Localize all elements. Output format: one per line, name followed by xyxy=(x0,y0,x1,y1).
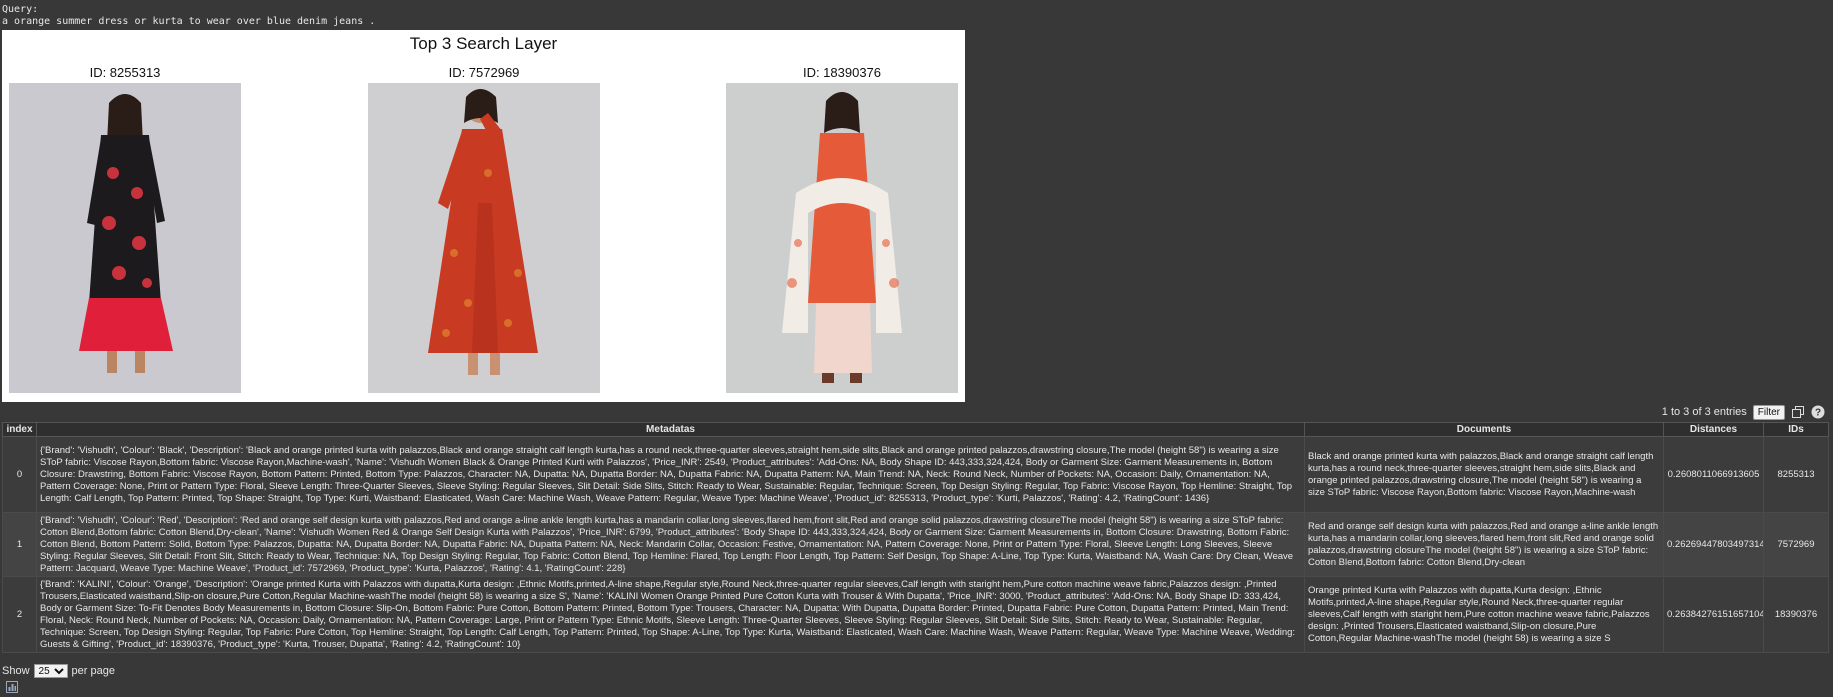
result-image-1: ID: 8255313 xyxy=(9,64,241,393)
column-header-index[interactable]: index xyxy=(2,422,37,437)
filter-button[interactable]: Filter xyxy=(1752,404,1785,420)
search-results-figure: Top 3 Search Layer ID: 8255313 ID: 75729… xyxy=(2,30,965,402)
column-header-ids[interactable]: IDs xyxy=(1763,422,1829,437)
product-photo xyxy=(726,83,958,393)
product-photo xyxy=(368,83,600,393)
figure-title: Top 3 Search Layer xyxy=(409,34,558,53)
per-page-label: per page xyxy=(71,665,115,677)
table-row: 0 {'Brand': 'Vishudh', 'Colour': 'Black'… xyxy=(2,436,1829,513)
svg-text:?: ? xyxy=(1815,408,1821,419)
cell-distance: 0.26384276151657104 xyxy=(1663,576,1764,653)
bar-chart-icon[interactable] xyxy=(6,681,18,696)
cell-metadata: {'Brand': 'Vishudh', 'Colour': 'Black', … xyxy=(36,436,1305,513)
cell-index: 0 xyxy=(2,436,37,513)
cell-document: Red and orange self design kurta with pa… xyxy=(1304,512,1664,577)
result-image-3: ID: 18390376 xyxy=(726,64,958,393)
table-footer: Show 25 per page xyxy=(2,664,115,678)
results-table: index Metadatas Documents Distances IDs … xyxy=(2,422,1829,653)
copy-icon[interactable] xyxy=(1791,405,1805,419)
result-image-2: ID: 7572969 xyxy=(368,64,600,393)
table-toolbar: 1 to 3 of 3 entries Filter ? xyxy=(1662,404,1825,420)
query-output: Query: a orange summer dress or kurta to… xyxy=(2,4,375,28)
cell-distance: 0.26269447803497314 xyxy=(1663,512,1764,577)
table-header-row: index Metadatas Documents Distances IDs xyxy=(2,422,1829,437)
query-label: Query: xyxy=(2,4,39,15)
entries-info: 1 to 3 of 3 entries xyxy=(1661,406,1747,418)
table-row: 2 {'Brand': 'KALINI', 'Colour': 'Orange'… xyxy=(2,576,1829,653)
result-image-caption: ID: 18390376 xyxy=(802,65,882,80)
cell-id: 7572969 xyxy=(1763,512,1829,577)
cell-metadata: {'Brand': 'Vishudh', 'Colour': 'Red', 'D… xyxy=(36,512,1305,577)
query-text: a orange summer dress or kurta to wear o… xyxy=(2,16,376,27)
cell-document: Orange printed Kurta with Palazzos with … xyxy=(1304,576,1664,653)
result-image-caption: ID: 7572969 xyxy=(448,65,520,80)
cell-index: 1 xyxy=(2,512,37,577)
help-icon[interactable]: ? xyxy=(1811,405,1825,419)
cell-metadata: {'Brand': 'KALINI', 'Colour': 'Orange', … xyxy=(36,576,1305,653)
cell-id: 8255313 xyxy=(1763,436,1829,513)
show-label: Show xyxy=(2,665,30,677)
product-photo xyxy=(9,83,241,393)
column-header-metadatas[interactable]: Metadatas xyxy=(36,422,1305,437)
per-page-select[interactable]: 25 xyxy=(33,664,68,678)
column-header-distances[interactable]: Distances xyxy=(1663,422,1764,437)
cell-id: 18390376 xyxy=(1763,576,1829,653)
table-row: 1 {'Brand': 'Vishudh', 'Colour': 'Red', … xyxy=(2,512,1829,577)
cell-index: 2 xyxy=(2,576,37,653)
column-header-documents[interactable]: Documents xyxy=(1304,422,1664,437)
cell-distance: 0.2608011066913605 xyxy=(1663,436,1764,513)
cell-document: Black and orange printed kurta with pala… xyxy=(1304,436,1664,513)
result-image-caption: ID: 8255313 xyxy=(89,65,161,80)
